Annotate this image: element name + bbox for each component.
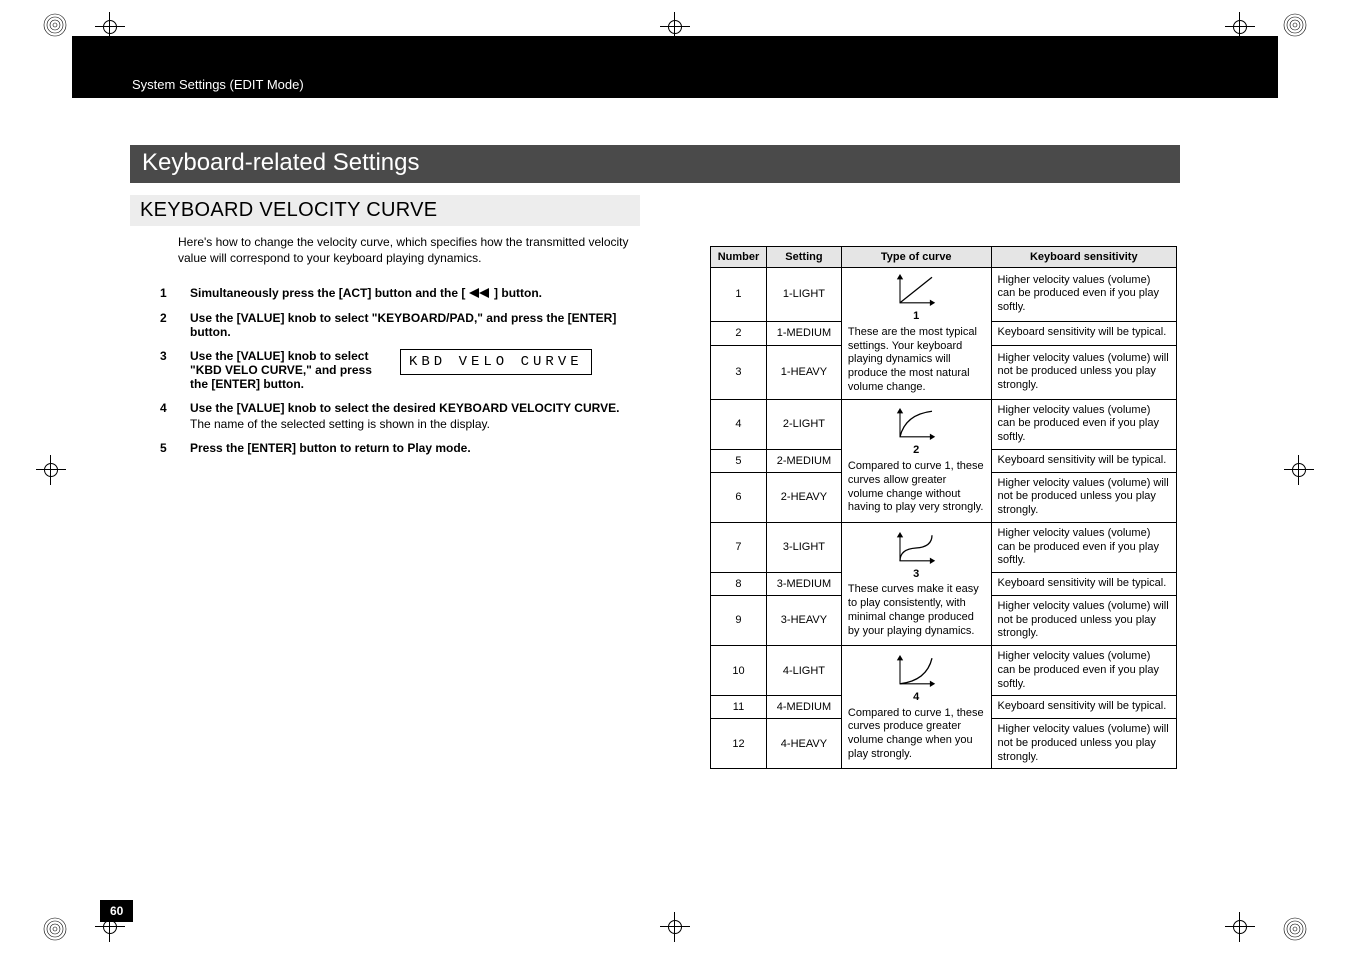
curve-number: 3 bbox=[848, 568, 985, 582]
step-number: 5 bbox=[160, 441, 190, 455]
curve-number: 1 bbox=[848, 310, 985, 324]
cell-number: 5 bbox=[711, 449, 767, 472]
col-type-of-curve: Type of curve bbox=[841, 247, 991, 268]
step-text: Use the [VALUE] knob to select "KBD VELO… bbox=[190, 349, 372, 391]
cell-number: 6 bbox=[711, 472, 767, 522]
table-row: 104-LIGHT4Compared to curve 1, these cur… bbox=[711, 646, 1177, 696]
step-text: Simultaneously press the [ACT] button an… bbox=[190, 286, 465, 300]
cell-keyboard-sensitivity: Higher velocity values (volume) will not… bbox=[991, 472, 1176, 522]
cell-keyboard-sensitivity: Keyboard sensitivity will be typical. bbox=[991, 449, 1176, 472]
cell-setting: 1-LIGHT bbox=[766, 268, 841, 322]
steps-list: 1 Simultaneously press the [ACT] button … bbox=[160, 286, 640, 465]
cell-type-of-curve: 4 Compared to curve 1, these curves produ… bbox=[841, 646, 991, 769]
cell-number: 3 bbox=[711, 345, 767, 399]
crop-mark-icon bbox=[36, 455, 66, 485]
step-2: 2 Use the [VALUE] knob to select "KEYBOA… bbox=[160, 311, 640, 339]
cell-setting: 4-HEAVY bbox=[766, 719, 841, 769]
cell-setting: 1-MEDIUM bbox=[766, 321, 841, 345]
cell-keyboard-sensitivity: Keyboard sensitivity will be typical. bbox=[991, 321, 1176, 345]
cell-keyboard-sensitivity: Higher velocity values (volume) will not… bbox=[991, 345, 1176, 399]
cell-setting: 2-LIGHT bbox=[766, 399, 841, 449]
cell-keyboard-sensitivity: Higher velocity values (volume) can be p… bbox=[991, 522, 1176, 572]
step-number: 3 bbox=[160, 349, 190, 391]
curve-description: Compared to curve 1, these curves produc… bbox=[848, 707, 985, 762]
curve-number: 2 bbox=[848, 444, 985, 458]
cell-setting: 3-LIGHT bbox=[766, 522, 841, 572]
step-text: ] button. bbox=[494, 286, 542, 300]
crop-mark-icon bbox=[660, 912, 690, 942]
cell-number: 8 bbox=[711, 573, 767, 596]
cell-number: 9 bbox=[711, 595, 767, 645]
page-title: Keyboard-related Settings bbox=[130, 145, 1180, 183]
step-number: 4 bbox=[160, 401, 190, 431]
table-row: 11-LIGHT1These are the most typical sett… bbox=[711, 268, 1177, 322]
section-title: KEYBOARD VELOCITY CURVE bbox=[130, 195, 640, 226]
step-text: Press the [ENTER] button to return to Pl… bbox=[190, 441, 471, 455]
registration-mark-icon bbox=[1282, 916, 1308, 942]
cell-setting: 3-MEDIUM bbox=[766, 573, 841, 596]
cell-type-of-curve: 1 These are the most typical settings. Yo… bbox=[841, 268, 991, 400]
cell-number: 7 bbox=[711, 522, 767, 572]
cell-setting: 2-HEAVY bbox=[766, 472, 841, 522]
cell-keyboard-sensitivity: Keyboard sensitivity will be typical. bbox=[991, 696, 1176, 719]
step-number: 1 bbox=[160, 286, 190, 301]
col-keyboard-sensitivity: Keyboard sensitivity bbox=[991, 247, 1176, 268]
cell-keyboard-sensitivity: Higher velocity values (volume) will not… bbox=[991, 595, 1176, 645]
breadcrumb: System Settings (EDIT Mode) bbox=[132, 77, 304, 92]
cell-setting: 4-LIGHT bbox=[766, 646, 841, 696]
cell-keyboard-sensitivity: Higher velocity values (volume) can be p… bbox=[991, 268, 1176, 322]
cell-number: 12 bbox=[711, 719, 767, 769]
cell-keyboard-sensitivity: Higher velocity values (volume) will not… bbox=[991, 719, 1176, 769]
step-5: 5 Press the [ENTER] button to return to … bbox=[160, 441, 640, 455]
velocity-curve-table: Number Setting Type of curve Keyboard se… bbox=[710, 246, 1177, 769]
page-header: System Settings (EDIT Mode) bbox=[72, 36, 1278, 98]
step-1: 1 Simultaneously press the [ACT] button … bbox=[160, 286, 640, 301]
table-header-row: Number Setting Type of curve Keyboard se… bbox=[711, 247, 1177, 268]
page-number: 60 bbox=[100, 900, 133, 922]
crop-mark-icon bbox=[1225, 912, 1255, 942]
cell-setting: 4-MEDIUM bbox=[766, 696, 841, 719]
registration-mark-icon bbox=[42, 916, 68, 942]
cell-setting: 1-HEAVY bbox=[766, 345, 841, 399]
step-note: The name of the selected setting is show… bbox=[190, 417, 640, 431]
manual-page: System Settings (EDIT Mode) Keyboard-rel… bbox=[0, 0, 1350, 954]
cell-number: 10 bbox=[711, 646, 767, 696]
intro-paragraph: Here's how to change the velocity curve,… bbox=[178, 234, 633, 266]
step-text: Use the [VALUE] knob to select the desir… bbox=[190, 401, 619, 415]
cell-type-of-curve: 2 Compared to curve 1, these curves allow… bbox=[841, 399, 991, 522]
step-4: 4 Use the [VALUE] knob to select the des… bbox=[160, 401, 640, 431]
cell-number: 4 bbox=[711, 399, 767, 449]
cell-keyboard-sensitivity: Higher velocity values (volume) can be p… bbox=[991, 399, 1176, 449]
registration-mark-icon bbox=[42, 12, 68, 38]
curve-description: These curves make it easy to play consis… bbox=[848, 583, 985, 638]
col-setting: Setting bbox=[766, 247, 841, 268]
cell-keyboard-sensitivity: Higher velocity values (volume) can be p… bbox=[991, 646, 1176, 696]
table-row: 73-LIGHT3These curves make it easy to pl… bbox=[711, 522, 1177, 572]
step-3: 3 Use the [VALUE] knob to select "KBD VE… bbox=[160, 349, 640, 391]
curve-number: 4 bbox=[848, 691, 985, 705]
step-text: Use the [VALUE] knob to select "KEYBOARD… bbox=[190, 311, 616, 339]
step-number: 2 bbox=[160, 311, 190, 339]
curve-description: Compared to curve 1, these curves allow … bbox=[848, 460, 985, 515]
rewind-icon bbox=[469, 287, 491, 301]
cell-number: 2 bbox=[711, 321, 767, 345]
cell-setting: 3-HEAVY bbox=[766, 595, 841, 645]
col-number: Number bbox=[711, 247, 767, 268]
cell-setting: 2-MEDIUM bbox=[766, 449, 841, 472]
lcd-display: KBD VELO CURVE bbox=[400, 349, 592, 375]
cell-number: 1 bbox=[711, 268, 767, 322]
curve-description: These are the most typical settings. You… bbox=[848, 326, 985, 395]
table-row: 42-LIGHT2Compared to curve 1, these curv… bbox=[711, 399, 1177, 449]
cell-keyboard-sensitivity: Keyboard sensitivity will be typical. bbox=[991, 573, 1176, 596]
registration-mark-icon bbox=[1282, 12, 1308, 38]
crop-mark-icon bbox=[1284, 455, 1314, 485]
cell-type-of-curve: 3These curves make it easy to play consi… bbox=[841, 522, 991, 645]
cell-number: 11 bbox=[711, 696, 767, 719]
